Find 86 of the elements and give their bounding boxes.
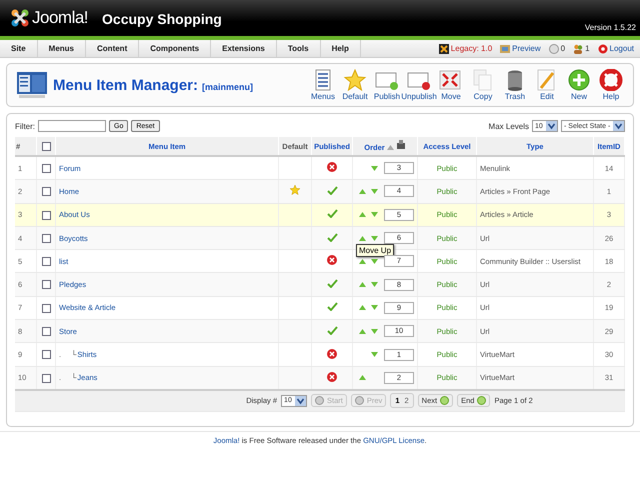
checkmark-icon[interactable]: [326, 302, 338, 312]
menu-item[interactable]: Extensions: [211, 40, 277, 57]
tooltip: Move Up: [356, 244, 394, 258]
unpublished-icon[interactable]: [327, 255, 337, 266]
dropdown-icon: [546, 121, 557, 131]
status-link[interactable]: Preview: [512, 44, 541, 53]
site-name: Occupy Shopping: [102, 11, 222, 27]
status-link[interactable]: Logout: [610, 44, 634, 53]
row-checkbox[interactable]: [42, 280, 50, 290]
move-icon: [439, 69, 463, 91]
move-up-icon[interactable]: [358, 188, 366, 194]
users-icon: [573, 44, 584, 54]
checkmark-icon[interactable]: [326, 186, 338, 195]
status-count[interactable]: 1: [585, 44, 590, 53]
checkmark-icon[interactable]: [326, 232, 338, 242]
logo-icon: [10, 8, 30, 28]
move-up-icon[interactable]: [358, 236, 366, 241]
move-up-icon[interactable]: [358, 305, 366, 310]
menu-item[interactable]: Menus: [38, 40, 86, 57]
max-levels-label: Max Levels: [488, 122, 529, 130]
page-title: Menu Item Manager:: [53, 76, 198, 94]
filter-label: Filter:: [15, 122, 35, 130]
move-down-icon[interactable]: [370, 282, 378, 288]
menu-item[interactable]: Components: [139, 40, 212, 57]
row-checkbox[interactable]: [42, 257, 50, 266]
toolbar-button[interactable]: Copy: [467, 69, 499, 101]
move-down-icon[interactable]: [370, 305, 378, 310]
row-checkbox[interactable]: [42, 350, 50, 360]
move-down-icon[interactable]: [370, 212, 378, 218]
checkmark-icon[interactable]: [326, 209, 338, 218]
menu-item[interactable]: Site: [0, 40, 38, 57]
move-up-icon[interactable]: [358, 282, 366, 288]
checkmark-icon[interactable]: [326, 279, 338, 288]
dropdown-icon: [295, 396, 306, 406]
message-icon: [548, 44, 559, 54]
menu-item[interactable]: Content: [86, 40, 140, 57]
add-icon: [567, 69, 591, 91]
toolbar-button[interactable]: Help: [595, 69, 627, 101]
checkmark-icon[interactable]: [326, 326, 338, 335]
move-down-icon[interactable]: [370, 188, 378, 194]
toolbar-button[interactable]: New: [563, 69, 595, 101]
circle-icon: [315, 396, 324, 406]
row-checkbox[interactable]: [42, 234, 50, 243]
logo-text: Joomla!: [32, 8, 88, 28]
menu-manager-icon: [17, 72, 47, 98]
save-order-icon[interactable]: [396, 140, 406, 150]
menu-item[interactable]: Tools: [276, 40, 321, 57]
status-count[interactable]: 0: [560, 44, 566, 53]
row-checkbox[interactable]: [42, 187, 50, 196]
star-icon: [343, 69, 367, 91]
toolbar-button[interactable]: Edit: [531, 69, 563, 101]
row-checkbox[interactable]: [42, 164, 50, 173]
move-up-icon[interactable]: [358, 375, 366, 380]
move-down-icon[interactable]: [370, 166, 378, 171]
version-text: Version 1.5.22: [584, 23, 636, 32]
menu-item[interactable]: Help: [320, 40, 361, 57]
move-down-icon[interactable]: [370, 352, 378, 358]
select-all-checkbox[interactable]: [42, 142, 50, 151]
legacy-label: Legacy: 1.0: [450, 44, 492, 53]
unpublished-icon[interactable]: [327, 162, 337, 172]
toolbar-button[interactable]: Move: [435, 69, 467, 101]
help-icon: [599, 69, 623, 91]
move-down-icon[interactable]: [370, 236, 378, 241]
circle-icon: [440, 396, 450, 406]
menu-name: [mainmenu]: [202, 82, 254, 92]
row-checkbox[interactable]: [42, 326, 50, 336]
toolbar-button[interactable]: Publish: [371, 69, 403, 101]
toolbar-button[interactable]: Menus: [307, 69, 339, 101]
row-checkbox[interactable]: [42, 374, 50, 383]
toolbar-button[interactable]: Trash: [499, 69, 531, 101]
picture-frame-icon: [500, 44, 510, 54]
circle-icon: [477, 396, 486, 406]
row-checkbox[interactable]: [42, 210, 50, 220]
move-up-icon[interactable]: [358, 212, 366, 218]
logout-icon: [598, 44, 608, 54]
move-up-icon[interactable]: [358, 328, 366, 334]
unpublished-icon[interactable]: [327, 348, 337, 359]
row-checkbox[interactable]: [42, 304, 50, 313]
dropdown-icon: [613, 121, 624, 131]
sort-ascending-icon: [386, 144, 394, 150]
move-down-icon[interactable]: [370, 328, 378, 334]
filter-field[interactable]: [38, 120, 106, 132]
unpublished-icon[interactable]: [327, 372, 337, 382]
toolbar-button[interactable]: Default: [339, 69, 371, 101]
toolbar-button[interactable]: Unpublish: [403, 69, 435, 101]
circle-icon: [354, 396, 364, 406]
